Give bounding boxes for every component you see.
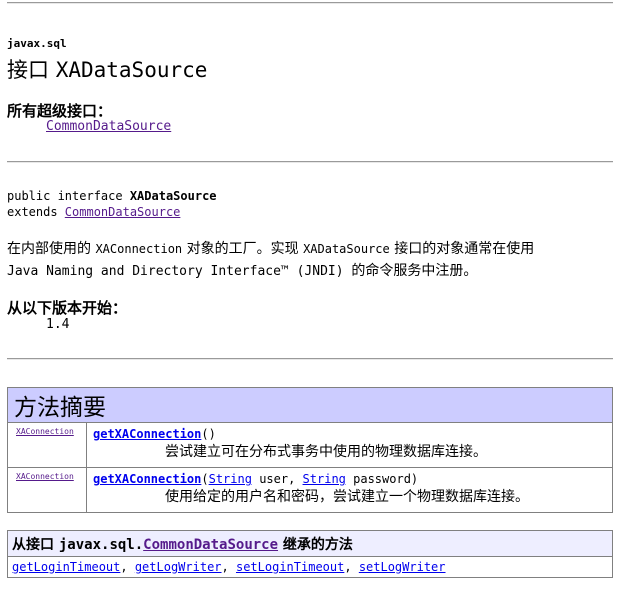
since-label: 从以下版本开始： [7,299,128,317]
page-title: 接口 XADataSource [7,54,207,84]
return-type-link[interactable]: XAConnection [16,427,74,436]
inherited-prefix: 从接口 [12,536,59,553]
method-summary-heading: 方法摘要 [7,387,613,423]
declaration-line-2: extends CommonDataSource [7,205,180,219]
method-params: () [201,427,216,441]
extends-link-commondatasource[interactable]: CommonDataSource [65,205,181,219]
javadoc-page: javax.sql 接口 XADataSource 所有超级接口： Common… [0,0,620,600]
method-summary-header-row: 方法摘要 [7,387,613,423]
title-prefix: 接口 [7,58,49,82]
since-value: 1.4 [46,317,70,332]
return-type-cell: XAConnection [7,467,87,513]
section-divider-1 [7,161,613,163]
method-summary-table: 方法摘要 XAConnection getXAConnection() 尝试建立… [7,387,613,513]
inherited-methods-cell: getLoginTimeout, getLogWriter, setLoginT… [7,556,613,578]
title-name: XADataSource [55,58,208,82]
inherited-package: javax.sql. [58,536,144,553]
separator: , [120,560,135,574]
superinterface-link-commondatasource[interactable]: CommonDataSource [46,119,171,134]
desc-text-2: 对象的工厂。实现 [182,241,304,257]
desc-text-3: 接口的对象通常在使用 [389,241,535,257]
section-divider-2 [7,358,613,360]
desc-code-xaconnection: XAConnection [95,242,183,256]
extends-keyword: extends [7,205,65,219]
superinterfaces-label: 所有超级接口： [7,102,113,120]
desc-text-4: 的命令服务中注册。 [351,263,478,279]
inherited-methods-row: getLoginTimeout, getLogWriter, setLoginT… [7,556,613,578]
param-name-password: password) [345,472,419,486]
method-row: XAConnection getXAConnection() 尝试建立可在分布式… [7,422,613,468]
param-type-string-link[interactable]: String [303,472,346,486]
method-row: XAConnection getXAConnection(String user… [7,467,613,513]
method-description: 尝试建立可在分布式事务中使用的物理数据库连接。 [165,444,487,460]
separator: , [344,560,359,574]
inherited-method-getlogwriter[interactable]: getLogWriter [135,560,222,574]
inherited-header-row: 从接口 javax.sql.CommonDataSource 继承的方法 [7,530,613,557]
param-name-user: user, [251,472,303,486]
inherited-suffix: 继承的方法 [278,536,353,553]
description-line-2: Java Naming and Directory Interface™ (JN… [7,260,477,280]
desc-code-xadatasource: XADataSource [303,242,390,256]
return-type-link[interactable]: XAConnection [16,472,74,481]
package-name: javax.sql [7,37,67,50]
inherited-methods-table: 从接口 javax.sql.CommonDataSource 继承的方法 get… [7,530,613,578]
inherited-method-setlogwriter[interactable]: setLogWriter [359,560,446,574]
inherited-method-setlogintimeout[interactable]: setLoginTimeout [236,560,344,574]
method-link-getxaconnection-user-password[interactable]: getXAConnection [93,472,201,486]
description-line-1: 在内部使用的 XAConnection 对象的工厂。实现 XADataSourc… [7,238,534,258]
inherited-interface-link[interactable]: CommonDataSource [143,537,278,553]
method-link-getxaconnection[interactable]: getXAConnection [93,427,201,441]
desc-text-1: 在内部使用的 [7,241,96,257]
inherited-heading: 从接口 javax.sql.CommonDataSource 继承的方法 [7,530,613,557]
method-cell: getXAConnection() 尝试建立可在分布式事务中使用的物理数据库连接… [86,422,613,468]
declaration-name: XADataSource [129,189,217,203]
desc-text-jndi: Java Naming and Directory Interface™ (JN… [7,264,352,279]
separator: , [221,560,236,574]
declaration-line-1: public interface XADataSource [7,189,217,203]
inherited-method-getlogintimeout[interactable]: getLoginTimeout [12,560,120,574]
method-cell: getXAConnection(String user, String pass… [86,467,613,513]
param-type-string-link[interactable]: String [209,472,252,486]
return-type-cell: XAConnection [7,422,87,468]
top-divider [7,2,613,4]
declaration-prefix: public interface [7,189,130,203]
method-description: 使用给定的用户名和密码，尝试建立一个物理数据库连接。 [165,489,529,505]
